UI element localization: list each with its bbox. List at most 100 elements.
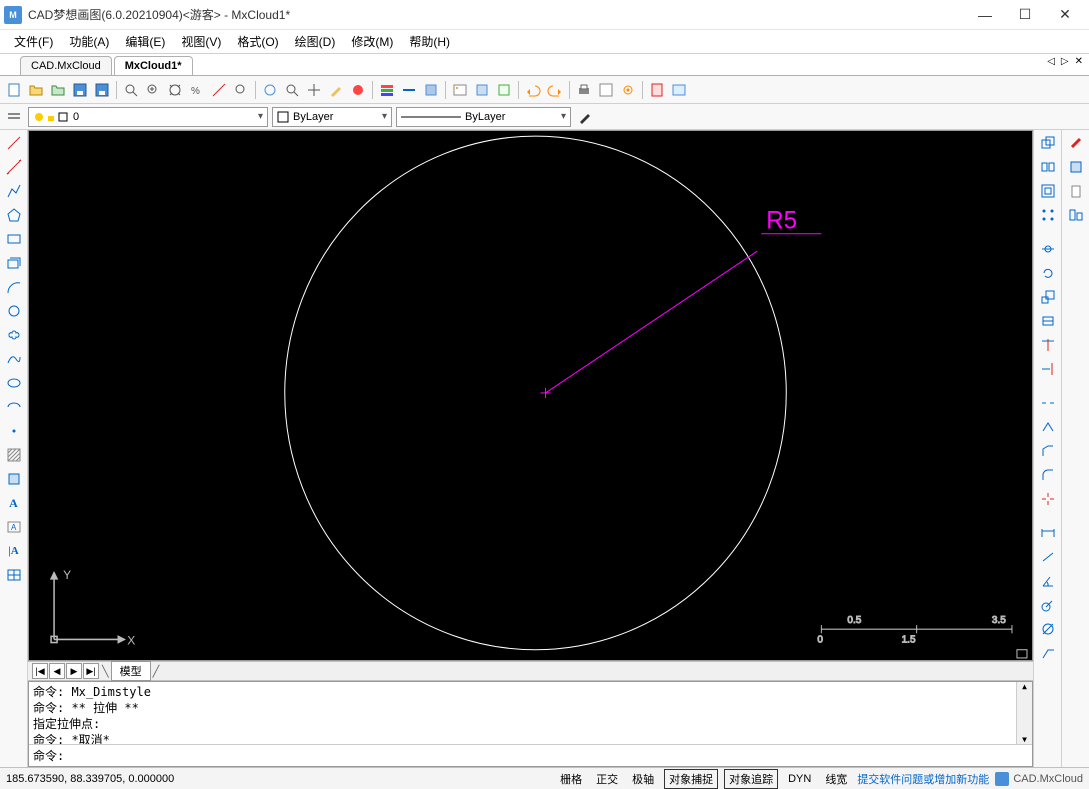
export-image-icon[interactable] (669, 80, 689, 100)
polyline-tool-icon[interactable] (3, 180, 25, 202)
tab-next-icon[interactable]: ▷ (1059, 56, 1071, 67)
copy-clip-icon[interactable] (1065, 156, 1087, 178)
snap-grid-toggle[interactable]: 栅格 (556, 770, 586, 788)
pan-icon[interactable] (304, 80, 324, 100)
save-as-icon[interactable] (92, 80, 112, 100)
dyn-toggle[interactable]: DYN (784, 772, 815, 786)
leader-icon[interactable] (1037, 642, 1059, 664)
brush-icon[interactable] (326, 80, 346, 100)
polygon-tool-icon[interactable] (3, 204, 25, 226)
fillet-tool-icon[interactable] (1037, 464, 1059, 486)
command-scrollbar[interactable]: ▲▼ (1016, 682, 1032, 744)
block-icon[interactable] (421, 80, 441, 100)
measure-distance-icon[interactable] (209, 80, 229, 100)
xref-icon[interactable] (494, 80, 514, 100)
ortho-toggle[interactable]: 正交 (592, 770, 622, 788)
ellipse-arc-tool-icon[interactable] (3, 396, 25, 418)
xline-tool-icon[interactable] (3, 156, 25, 178)
close-button[interactable]: ✕ (1045, 1, 1085, 29)
array-tool-icon[interactable] (1037, 204, 1059, 226)
zoom-percent-icon[interactable]: % (187, 80, 207, 100)
dim-radius-icon[interactable] (1037, 594, 1059, 616)
settings-icon[interactable] (618, 80, 638, 100)
layer-manager-icon[interactable] (377, 80, 397, 100)
copy-tool-icon[interactable] (1037, 132, 1059, 154)
align-tool-icon[interactable] (1065, 204, 1087, 226)
zoom-realtime-icon[interactable] (282, 80, 302, 100)
open-file-icon[interactable] (26, 80, 46, 100)
table-tool-icon[interactable] (3, 564, 25, 586)
menu-help[interactable]: 帮助(H) (401, 31, 458, 52)
maximize-button[interactable]: ☐ (1005, 1, 1045, 29)
scale-tool-icon[interactable] (1037, 286, 1059, 308)
insert-block-tool-icon[interactable] (3, 468, 25, 490)
layout-next-icon[interactable]: ▶ (66, 663, 82, 679)
menu-modify[interactable]: 修改(M) (343, 31, 401, 52)
otrack-toggle[interactable]: 对象追踪 (724, 769, 778, 789)
offset-tool-icon[interactable] (1037, 180, 1059, 202)
zoom-in-icon[interactable] (143, 80, 163, 100)
text-single-tool-icon[interactable]: A (3, 492, 25, 514)
insert-block-icon[interactable] (472, 80, 492, 100)
dim-diameter-icon[interactable] (1037, 618, 1059, 640)
hatch-tool-icon[interactable] (3, 444, 25, 466)
linetype-selector[interactable]: ByLayer ▾ (396, 107, 571, 127)
command-input[interactable] (64, 747, 1028, 764)
rectangle-tool-icon[interactable] (3, 228, 25, 250)
layout-first-icon[interactable]: |◀ (32, 663, 48, 679)
lineweight-toggle[interactable]: 线宽 (821, 770, 851, 788)
dim-angular-icon[interactable] (1037, 570, 1059, 592)
dim-linear-icon[interactable] (1037, 522, 1059, 544)
mtext-tool-icon[interactable]: A (3, 516, 25, 538)
menu-edit[interactable]: 编辑(E) (117, 31, 173, 52)
regen-icon[interactable] (260, 80, 280, 100)
drawing-canvas[interactable]: R5 Y X 0.5 3.5 (28, 130, 1033, 661)
ellipse-tool-icon[interactable] (3, 372, 25, 394)
print-icon[interactable] (574, 80, 594, 100)
new-file-icon[interactable] (4, 80, 24, 100)
chamfer-tool-icon[interactable] (1037, 440, 1059, 462)
undo-icon[interactable] (523, 80, 543, 100)
open-cloud-icon[interactable] (48, 80, 68, 100)
box-tool-icon[interactable] (3, 252, 25, 274)
line-tool-icon[interactable] (3, 132, 25, 154)
menu-format[interactable]: 格式(O) (229, 31, 286, 52)
plot-preview-icon[interactable] (596, 80, 616, 100)
zoom-extents-icon[interactable] (165, 80, 185, 100)
trim-tool-icon[interactable] (1037, 334, 1059, 356)
break-tool-icon[interactable] (1037, 392, 1059, 414)
color-selector[interactable]: ByLayer ▾ (272, 107, 392, 127)
zoom-previous-icon[interactable] (231, 80, 251, 100)
menu-draw[interactable]: 绘图(D) (287, 31, 344, 52)
arc-tool-icon[interactable] (3, 276, 25, 298)
export-pdf-icon[interactable] (647, 80, 667, 100)
feedback-link[interactable]: 提交软件问题或增加新功能 (857, 771, 989, 787)
menu-view[interactable]: 视图(V) (173, 31, 229, 52)
zoom-window-icon[interactable] (121, 80, 141, 100)
layer-properties-icon[interactable] (4, 107, 24, 127)
erase-tool-icon[interactable] (1065, 132, 1087, 154)
polar-toggle[interactable]: 极轴 (628, 770, 658, 788)
model-tab[interactable]: 模型 (111, 661, 151, 681)
mirror-tool-icon[interactable] (1037, 156, 1059, 178)
rotate-tool-icon[interactable] (1037, 262, 1059, 284)
redo-icon[interactable] (545, 80, 565, 100)
move-tool-icon[interactable] (1037, 238, 1059, 260)
spline-tool-icon[interactable] (3, 348, 25, 370)
minimize-button[interactable]: — (965, 1, 1005, 29)
circle-tool-icon[interactable] (3, 300, 25, 322)
layout-last-icon[interactable]: ▶| (83, 663, 99, 679)
doc-tab-2[interactable]: MxCloud1* (114, 56, 193, 75)
dim-aligned-icon[interactable] (1037, 546, 1059, 568)
menu-function[interactable]: 功能(A) (61, 31, 117, 52)
attribute-text-tool-icon[interactable]: |A (3, 540, 25, 562)
osnap-toggle[interactable]: 对象捕捉 (664, 769, 718, 789)
point-tool-icon[interactable] (3, 420, 25, 442)
paste-icon[interactable] (1065, 180, 1087, 202)
color-icon[interactable] (348, 80, 368, 100)
match-properties-icon[interactable] (575, 107, 595, 127)
explode-tool-icon[interactable] (1037, 488, 1059, 510)
join-tool-icon[interactable] (1037, 416, 1059, 438)
extend-tool-icon[interactable] (1037, 358, 1059, 380)
tab-close-icon[interactable]: ✕ (1073, 56, 1085, 67)
